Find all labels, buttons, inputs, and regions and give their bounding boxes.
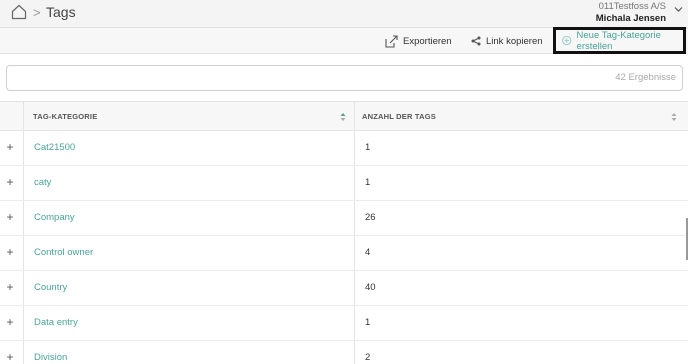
breadcrumb-separator: > [33, 5, 41, 20]
export-icon [385, 34, 398, 48]
column-header-count[interactable]: ANZAHL DER TAGS [362, 102, 436, 131]
expand-row-button[interactable]: + [5, 141, 15, 153]
column-divider [354, 102, 355, 130]
column-divider [23, 306, 24, 340]
tag-count: 1 [365, 177, 371, 188]
column-divider [23, 341, 24, 364]
account-menu[interactable]: 011Testfoss A/S Michala Jensen [596, 1, 666, 25]
column-divider [354, 166, 355, 200]
expand-row-button[interactable]: + [5, 281, 15, 293]
expand-row-button[interactable]: + [5, 316, 15, 328]
new-tag-category-button[interactable]: Neue Tag-Kategorie erstellen [553, 27, 686, 54]
tag-count: 26 [365, 212, 376, 223]
export-label: Exportieren [403, 35, 452, 47]
tag-category-link[interactable]: caty [34, 177, 51, 188]
account-user: Michala Jensen [595, 13, 666, 24]
column-divider [23, 102, 24, 130]
table-row: + Data entry 1 [0, 306, 688, 341]
tag-count: 1 [365, 317, 371, 328]
table-row: + Company 26 [0, 201, 688, 236]
search-input[interactable] [7, 66, 587, 90]
tag-count: 4 [365, 247, 371, 258]
export-button[interactable]: Exportieren [385, 28, 452, 54]
tag-category-link[interactable]: Company [34, 212, 75, 223]
action-bar: Exportieren Link kopieren Neue Tag-Kateg… [0, 27, 688, 54]
expand-row-button[interactable]: + [5, 211, 15, 223]
expand-row-button[interactable]: + [5, 176, 15, 188]
column-divider [23, 166, 24, 200]
tag-category-link[interactable]: Cat21500 [34, 142, 75, 153]
tag-count: 1 [365, 142, 371, 153]
top-bar: > Tags 011Testfoss A/S Michala Jensen [0, 0, 688, 28]
column-divider [23, 271, 24, 305]
table-row: + Control owner 4 [0, 236, 688, 271]
tag-category-link[interactable]: Country [34, 282, 67, 293]
table-row: + caty 1 [0, 166, 688, 201]
new-tag-category-label: Neue Tag-Kategorie erstellen [576, 29, 661, 52]
tag-count: 40 [365, 282, 376, 293]
home-icon[interactable] [11, 4, 27, 20]
column-divider [354, 306, 355, 340]
table-header: TAG-KATEGORIE ANZAHL DER TAGS [0, 101, 688, 131]
column-divider [23, 236, 24, 270]
column-divider [354, 341, 355, 364]
table-row: + Country 40 [0, 271, 688, 306]
chevron-down-icon[interactable] [674, 6, 683, 13]
copy-link-label: Link kopieren [486, 35, 543, 47]
copy-link-button[interactable]: Link kopieren [471, 28, 543, 54]
plus-circle-icon [562, 35, 572, 46]
column-divider [23, 201, 24, 235]
page-title: Tags [46, 4, 76, 20]
tag-count: 2 [365, 352, 371, 363]
search-box[interactable]: 42 Ergebnisse [6, 65, 683, 91]
share-icon [471, 36, 481, 46]
column-divider [23, 131, 24, 165]
column-divider [354, 236, 355, 270]
column-header-category[interactable]: TAG-KATEGORIE [33, 102, 97, 131]
result-count: 42 Ergebnisse [615, 72, 676, 83]
column-divider [354, 131, 355, 165]
expand-row-button[interactable]: + [5, 351, 15, 363]
account-company: 011Testfoss A/S [598, 1, 666, 12]
tag-category-link[interactable]: Division [34, 352, 67, 363]
expand-row-button[interactable]: + [5, 246, 15, 258]
sort-icon[interactable] [340, 112, 346, 122]
tag-category-table: TAG-KATEGORIE ANZAHL DER TAGS + Cat21500… [0, 101, 688, 364]
tag-category-link[interactable]: Data entry [34, 317, 78, 328]
table-row: + Cat21500 1 [0, 131, 688, 166]
table-row: + Division 2 [0, 341, 688, 364]
sort-icon[interactable] [671, 112, 677, 122]
column-divider [354, 271, 355, 305]
tag-category-link[interactable]: Control owner [34, 247, 93, 258]
column-divider [354, 201, 355, 235]
